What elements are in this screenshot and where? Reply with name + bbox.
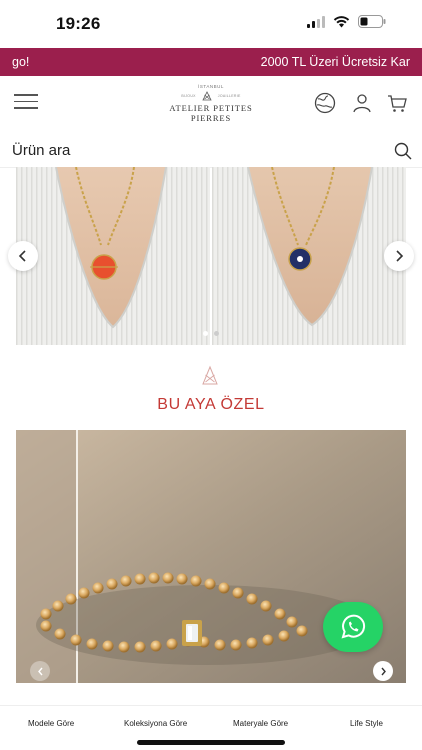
section-title: BU AYA ÖZEL	[157, 396, 265, 413]
whatsapp-icon	[341, 614, 366, 639]
chevron-left-icon	[18, 250, 26, 262]
nav-item-material[interactable]: Materyale Göre	[233, 719, 288, 728]
wifi-icon	[333, 16, 350, 28]
nav-item-model[interactable]: Modele Göre	[28, 719, 74, 728]
promo-text-left: go!	[12, 55, 30, 69]
slider-prev-button[interactable]	[8, 241, 38, 271]
feature-next-button[interactable]	[373, 661, 393, 681]
slider-dot[interactable]	[214, 331, 219, 336]
product-photo-blue-pendant[interactable]	[212, 167, 406, 345]
home-indicator	[137, 740, 285, 745]
search-input[interactable]: Ürün ara	[12, 142, 70, 159]
header: İSTANBUL BIJOUX JOAILLERIE ATELIER PETIT…	[0, 76, 422, 130]
product-photo-orange-pendant[interactable]	[16, 167, 210, 345]
chevron-right-icon	[380, 667, 386, 675]
promo-banner: go! 2000 TL Üzeri Ücretsiz Kar	[0, 48, 422, 76]
status-icons	[307, 15, 386, 28]
logo-right-tag: JOAILLERIE	[217, 94, 241, 98]
menu-icon[interactable]	[14, 94, 38, 110]
logo-emblem-icon	[202, 91, 212, 101]
feature-prev-button[interactable]	[30, 661, 50, 681]
promo-text-right: 2000 TL Üzeri Ücretsiz Kar	[260, 55, 410, 69]
signal-icon	[307, 15, 325, 28]
search-bar[interactable]: Ürün ara	[0, 134, 422, 168]
search-icon[interactable]	[394, 142, 412, 160]
status-bar: 19:26	[0, 0, 422, 48]
logo-city: İSTANBUL	[198, 84, 224, 89]
logo-crest: BIJOUX JOAILLERIE	[150, 91, 272, 101]
slider-next-button[interactable]	[384, 241, 414, 271]
chevron-left-icon	[37, 667, 43, 675]
brand-emblem-icon	[202, 365, 218, 385]
chevron-right-icon	[396, 250, 404, 262]
nav-item-lifestyle[interactable]: Life Style	[350, 719, 383, 728]
user-icon[interactable]	[351, 92, 373, 114]
nav-item-collection[interactable]: Koleksiyona Göre	[124, 719, 187, 728]
cart-icon[interactable]	[386, 92, 408, 114]
product-slider[interactable]	[16, 167, 406, 345]
brand-logo[interactable]: İSTANBUL BIJOUX JOAILLERIE ATELIER PETIT…	[150, 84, 272, 124]
status-time: 19:26	[56, 14, 101, 33]
slider-dots	[203, 331, 219, 336]
globe-icon[interactable]	[314, 92, 336, 114]
slider-dot[interactable]	[203, 331, 208, 336]
logo-left-tag: BIJOUX	[181, 94, 196, 98]
battery-icon	[358, 15, 386, 28]
whatsapp-button[interactable]	[323, 602, 383, 652]
logo-brand-text: ATELIER PETITES PIERRES	[169, 103, 253, 123]
